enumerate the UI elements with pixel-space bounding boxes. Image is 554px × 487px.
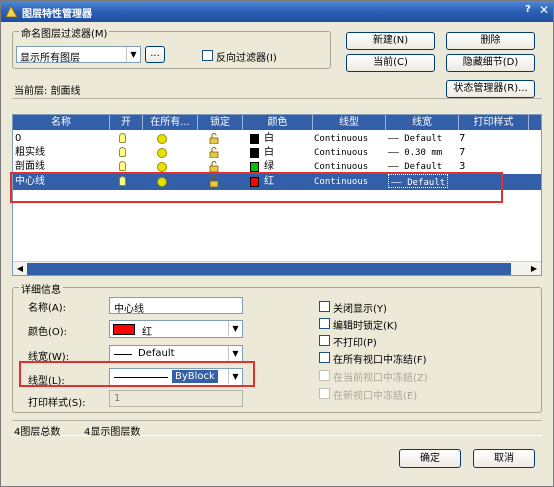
plotstyle-label: 打印样式(S):: [28, 398, 86, 409]
help-button[interactable]: ?: [525, 4, 531, 15]
layer-name: 粗实线: [15, 147, 45, 158]
color-select[interactable]: 红 ▼: [109, 320, 243, 338]
column-header-lock[interactable]: 锁定: [198, 115, 243, 130]
checkbox-freeze-all-label: 在所有视口中冻结(F): [333, 355, 427, 366]
sun-icon[interactable]: [157, 134, 167, 144]
filter-select[interactable]: 显示所有图层 ▼: [16, 46, 141, 63]
color-label: 颜色(O):: [28, 327, 68, 338]
chevron-down-icon: ▼: [228, 346, 242, 361]
layer-linetype[interactable]: Continuous: [314, 146, 368, 160]
layer-list-header: 名称 开 在所有... 锁定 颜色 线型 线宽 打印样式: [13, 115, 541, 130]
filter-group-label: 命名图层过滤器(M): [19, 25, 110, 40]
color-select-value: 红: [142, 327, 152, 338]
layer-properties-dialog: 图层特性管理器 ? ✕ 命名图层过滤器(M) 显示所有图层 ▼ ... 反向过滤…: [0, 0, 554, 487]
window-title: 图层特性管理器: [22, 9, 92, 20]
layer-lineweight[interactable]: —— 0.30 mm: [388, 146, 442, 160]
layer-row[interactable]: 0 白 Continuous —— Default 7: [13, 132, 541, 146]
invert-filter-checkbox[interactable]: [202, 50, 213, 61]
column-header-on[interactable]: 开: [110, 115, 143, 130]
color-swatch: [113, 324, 135, 335]
checkbox-no-plot[interactable]: [319, 335, 330, 346]
column-header-freeze[interactable]: 在所有...: [143, 115, 198, 130]
column-header-plotstyle[interactable]: 打印样式: [459, 115, 529, 130]
lineweight-select-value: Default: [138, 348, 175, 359]
close-button[interactable]: ✕: [539, 3, 549, 17]
plotstyle-field: 1: [109, 390, 243, 407]
unlock-icon[interactable]: [209, 133, 219, 144]
column-header-linetype[interactable]: 线型: [313, 115, 386, 130]
chevron-down-icon: ▼: [228, 321, 242, 336]
state-manager-button[interactable]: 状态管理器(R)...: [446, 80, 535, 98]
total-layers-count: 4图层总数: [14, 427, 61, 438]
layer-color-name: 白: [264, 133, 274, 144]
invert-filter-label: 反向过滤器(I): [216, 53, 277, 64]
title-bar: 图层特性管理器 ? ✕: [1, 1, 553, 22]
lightbulb-icon[interactable]: [119, 147, 126, 157]
checkbox-off-display[interactable]: [319, 301, 330, 312]
layer-linetype[interactable]: Continuous: [314, 132, 368, 146]
chevron-down-icon: ▼: [126, 47, 140, 62]
column-header-color[interactable]: 颜色: [243, 115, 313, 130]
layer-plotstyle: 7: [459, 147, 466, 158]
app-icon: [5, 5, 18, 18]
sun-icon[interactable]: [157, 148, 167, 158]
checkbox-lock-edit[interactable]: [319, 318, 330, 329]
ok-button[interactable]: 确定: [399, 449, 461, 468]
cancel-button[interactable]: 取消: [473, 449, 535, 468]
filter-select-value: 显示所有图层: [20, 53, 80, 63]
column-header-lineweight[interactable]: 线宽: [386, 115, 459, 130]
layer-plotstyle: 7: [459, 133, 466, 144]
checkbox-no-plot-label: 不打印(P): [333, 338, 377, 349]
unlock-icon[interactable]: [209, 161, 219, 172]
new-layer-button[interactable]: 新建(N): [346, 32, 435, 50]
color-swatch[interactable]: [250, 148, 259, 158]
checkbox-off-display-label: 关闭显示(Y): [333, 304, 387, 315]
horizontal-scrollbar[interactable]: ◀ ▶: [13, 261, 541, 275]
unlock-icon[interactable]: [209, 147, 219, 158]
name-label: 名称(A):: [28, 303, 67, 314]
layer-name-field[interactable]: 中心线: [109, 297, 243, 315]
checkbox-lock-edit-label: 编辑时锁定(K): [333, 321, 398, 332]
shown-layers-count: 4显示图层数: [84, 427, 141, 438]
layer-lineweight[interactable]: —— Default: [388, 132, 442, 146]
divider: [12, 98, 542, 99]
lightbulb-icon[interactable]: [119, 161, 126, 171]
lightbulb-icon[interactable]: [119, 133, 126, 143]
checkbox-freeze-current-label: 在当前视口中冻结(Z): [333, 373, 428, 384]
delete-layer-button[interactable]: 删除: [446, 32, 535, 50]
layer-name: 0: [15, 133, 22, 144]
filter-more-button[interactable]: ...: [145, 46, 165, 63]
color-swatch[interactable]: [250, 134, 259, 144]
annotation-highlight-row: [10, 172, 503, 203]
set-current-button[interactable]: 当前(C): [346, 54, 435, 72]
details-group: [12, 287, 542, 413]
current-layer-label: 当前层: 剖面线: [14, 86, 81, 97]
hide-details-button[interactable]: 隐藏细节(D): [446, 54, 535, 72]
details-group-label: 详细信息: [19, 281, 63, 296]
checkbox-freeze-new: [319, 388, 330, 399]
scrollbar-thumb[interactable]: [27, 263, 511, 275]
column-header-name[interactable]: 名称: [13, 115, 110, 130]
lineweight-sample: [114, 354, 132, 355]
checkbox-freeze-new-label: 在新视口中冻结(E): [333, 391, 418, 402]
color-swatch[interactable]: [250, 162, 259, 172]
layer-row[interactable]: 粗实线 白 Continuous —— 0.30 mm 7: [13, 146, 541, 160]
scroll-left-icon[interactable]: ◀: [13, 262, 27, 275]
annotation-highlight-linetype: [19, 361, 255, 387]
scroll-right-icon[interactable]: ▶: [527, 262, 541, 275]
sun-icon[interactable]: [157, 162, 167, 172]
checkbox-freeze-current: [319, 370, 330, 381]
layer-color-name: 白: [264, 147, 274, 158]
status-bar: 4图层总数 4显示图层数: [12, 420, 542, 438]
checkbox-freeze-all[interactable]: [319, 352, 330, 363]
